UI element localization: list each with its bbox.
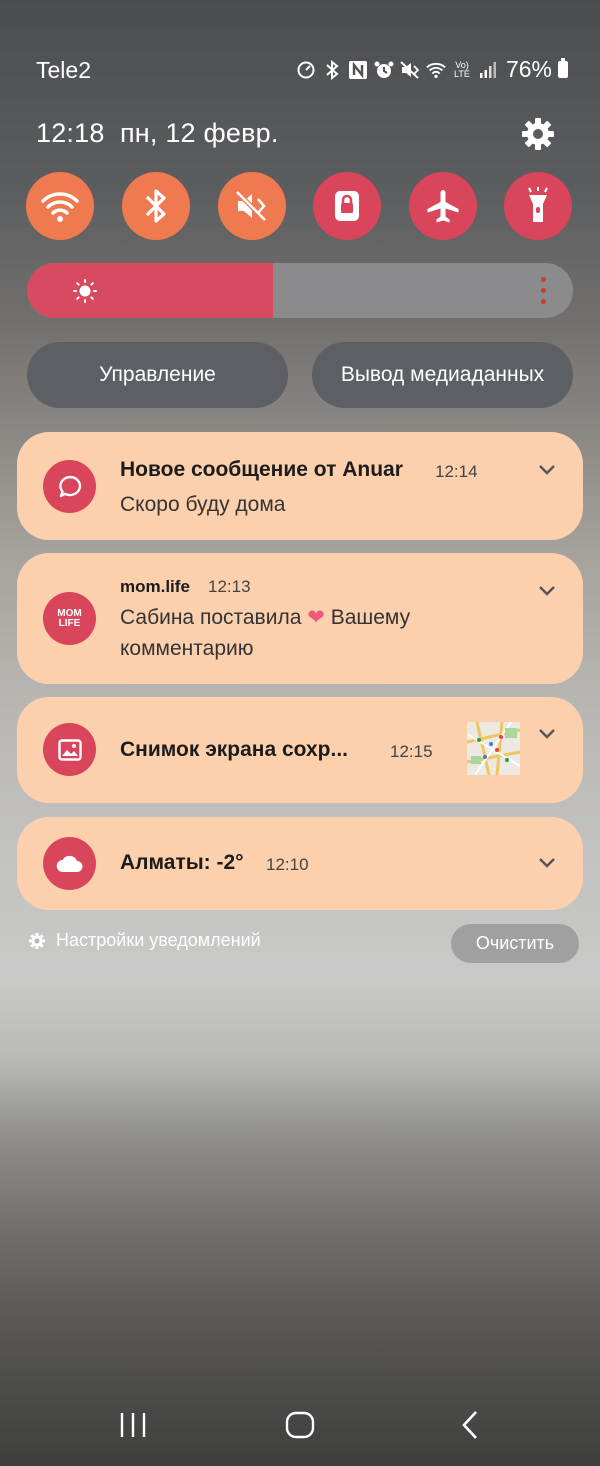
bluetooth-icon [145, 189, 166, 223]
notification-body-line1-end: Вашему [330, 606, 411, 629]
date-label: пн, 12 февр. [119, 118, 279, 148]
device-control-button[interactable]: Управление [27, 342, 288, 408]
notification-settings-link[interactable]: Настройки уведомлений [28, 930, 261, 951]
notification-body-line1: Сабина поставила [120, 606, 302, 629]
momlife-app-icon: MOM LIFE [43, 592, 96, 645]
notification-time: 12:14 [435, 462, 478, 481]
wifi-icon [41, 192, 79, 222]
more-options-icon[interactable] [541, 277, 547, 304]
momlife-icon-text-top: MOM [57, 607, 82, 619]
notification-settings-label: Настройки уведомлений [56, 930, 261, 950]
qs-sound-button[interactable] [218, 172, 286, 240]
chevron-down-icon[interactable] [537, 727, 557, 741]
notification-title: Снимок экрана сохр... [120, 738, 348, 761]
chevron-down-icon[interactable] [537, 856, 557, 870]
notification-time: 12:13 [208, 577, 251, 596]
screenshot-thumbnail[interactable] [467, 722, 520, 775]
brightness-slider[interactable] [27, 263, 573, 318]
notification-body: Скоро буду дома [120, 493, 286, 516]
momlife-icon-text-bottom: LIFE [58, 617, 81, 629]
recents-icon[interactable] [118, 1405, 148, 1450]
battery-icon [558, 58, 568, 78]
heart-icon: ❤ [307, 606, 325, 629]
qs-bluetooth-button[interactable] [122, 172, 190, 240]
chevron-down-icon[interactable] [537, 584, 557, 598]
cloud-icon [43, 837, 96, 890]
wifi-icon [426, 60, 446, 80]
nfc-icon [348, 60, 368, 80]
date-time: 12:18 пн, 12 февр. [36, 118, 279, 149]
qs-airplane-button[interactable] [409, 172, 477, 240]
notification-title: Алматы: -2° [120, 851, 244, 874]
qs-wifi-button[interactable] [26, 172, 94, 240]
notification-app-name: mom.life [120, 577, 190, 596]
media-output-button[interactable]: Вывод медиаданных [312, 342, 573, 408]
brightness-fill [27, 263, 273, 318]
bluetooth-icon [322, 59, 342, 80]
back-icon[interactable] [456, 1405, 482, 1450]
notification-card-screenshot[interactable]: Снимок экрана сохр... 12:15 [17, 697, 583, 803]
lock-icon [335, 191, 359, 221]
clear-button[interactable]: Очистить [451, 924, 579, 963]
battery-percent: 76% [505, 56, 552, 82]
gear-icon [29, 932, 45, 949]
airplane-icon [427, 190, 459, 223]
notification-time: 12:15 [390, 742, 433, 761]
home-icon[interactable] [284, 1405, 316, 1450]
notification-card-weather[interactable]: Алматы: -2° 12:10 [17, 817, 583, 910]
flashlight-icon [528, 187, 548, 222]
qs-screen-lock-button[interactable] [313, 172, 381, 240]
signal-icon [478, 60, 498, 80]
alarm-icon [374, 60, 394, 80]
status-icons: Vo) LTE 76% [296, 56, 568, 83]
sun-icon [73, 279, 97, 303]
message-bubble-icon [43, 460, 96, 513]
notification-body: Сабина поставила ❤ Вашему комментарию [120, 602, 410, 664]
mute-icon [400, 60, 420, 80]
clock-time: 12:18 [36, 118, 105, 148]
speedometer-icon [296, 60, 316, 80]
notification-time: 12:10 [266, 855, 309, 874]
notification-body-line2: комментарию [120, 637, 254, 660]
notification-card-message[interactable]: Новое сообщение от Anuar 12:14 Скоро буд… [17, 432, 583, 540]
chevron-down-icon[interactable] [537, 463, 557, 477]
carrier-label: Tele2 [36, 57, 91, 83]
qs-flashlight-button[interactable] [504, 172, 572, 240]
settings-gear-icon[interactable] [520, 116, 556, 152]
notification-title: Новое сообщение от Anuar [120, 458, 403, 481]
image-icon [43, 723, 96, 776]
notification-card-momlife[interactable]: MOM LIFE mom.life 12:13 Сабина поставила… [17, 553, 583, 684]
volte-icon: Vo) LTE [454, 59, 470, 79]
mute-icon [235, 190, 267, 222]
